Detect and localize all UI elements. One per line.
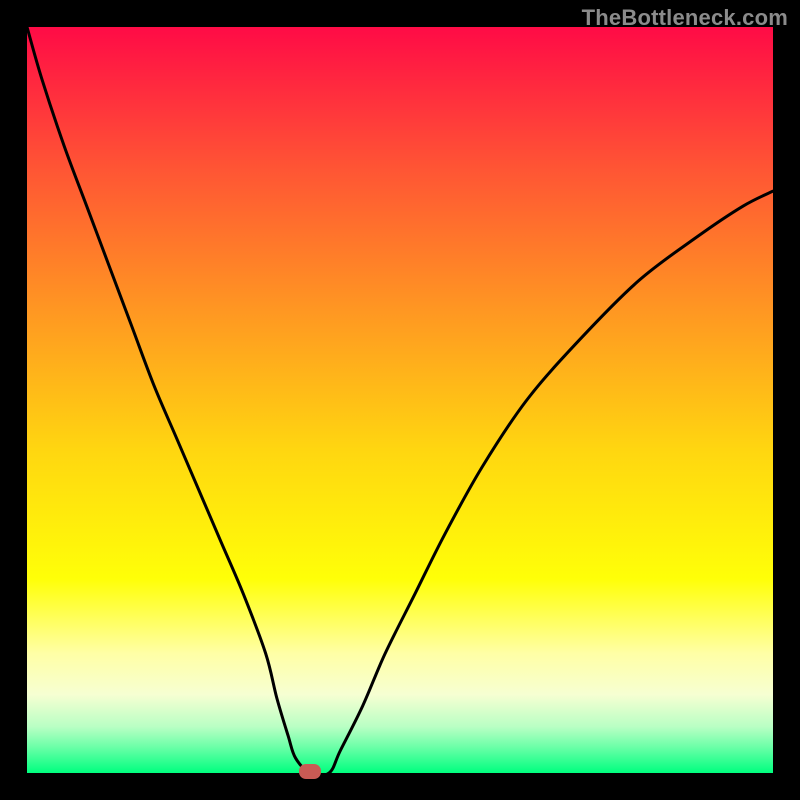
optimum-marker: [299, 764, 321, 779]
line-series: [27, 27, 773, 773]
chart-frame: TheBottleneck.com: [0, 0, 800, 800]
plot-area: [27, 27, 773, 773]
